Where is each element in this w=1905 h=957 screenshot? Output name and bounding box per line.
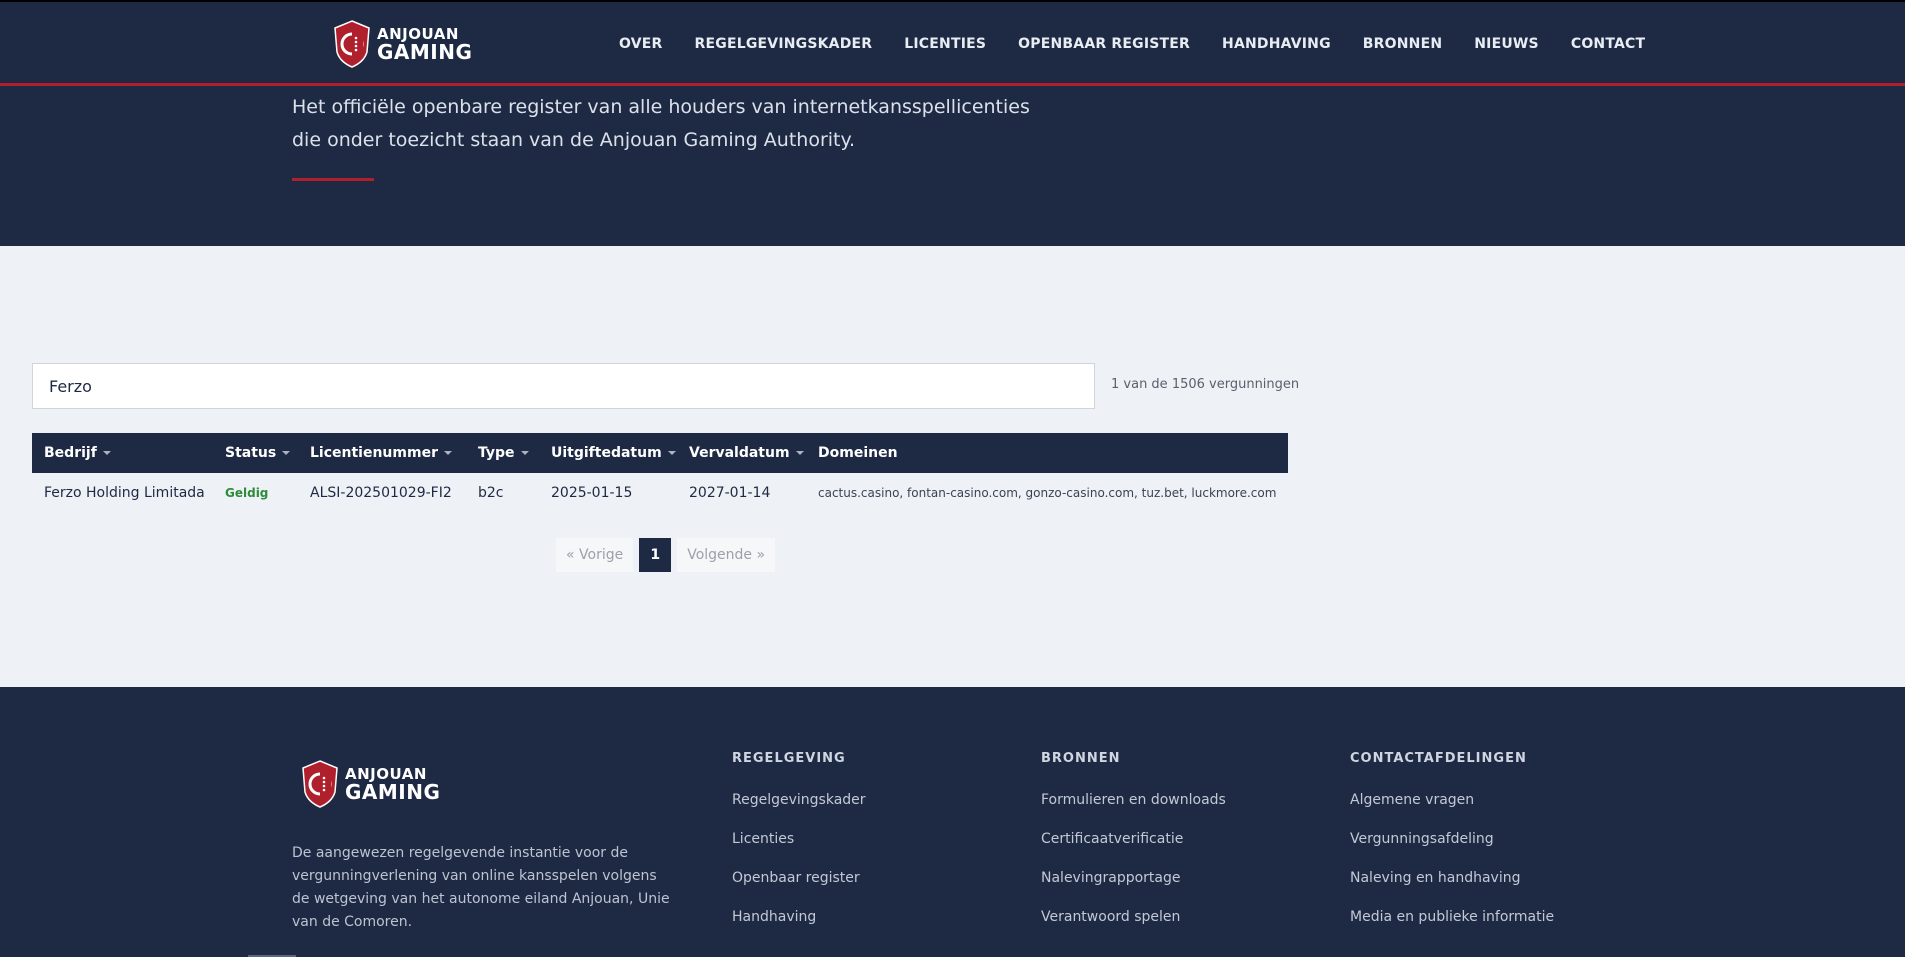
footer-column-bronnen: BRONNEN Formulieren en downloads Certifi… <box>1041 751 1226 946</box>
status-badge: Geldig <box>225 486 269 500</box>
license-table: Bedrijf Status Licentienummer Type Uitgi… <box>32 433 1288 513</box>
site-header: ANJOUAN GAMING OVER REGELGEVINGSKADER LI… <box>0 0 1905 86</box>
hero-intro: Het officiële openbare register van alle… <box>292 91 1032 157</box>
cell-type: b2c <box>478 485 504 501</box>
col-status-label: Status <box>225 445 277 461</box>
pagination-next-button[interactable]: Volgende » <box>677 538 776 572</box>
hero-diagonal-edge <box>0 220 1905 246</box>
footer-link[interactable]: Naleving en handhaving <box>1350 868 1554 889</box>
footer-link[interactable]: Media en publieke informatie <box>1350 907 1554 928</box>
footer-link[interactable]: Openbaar register <box>732 868 866 889</box>
footer-logo-wordmark: ANJOUAN GAMING <box>345 766 441 804</box>
header-logo[interactable]: ANJOUAN GAMING <box>333 20 472 68</box>
cell-uitgiftedatum: 2025-01-15 <box>551 485 633 501</box>
footer-column-contactafdelingen: CONTACTAFDELINGEN Algemene vragen Vergun… <box>1350 751 1554 946</box>
nav-regelgevingskader[interactable]: REGELGEVINGSKADER <box>695 36 873 52</box>
footer-link[interactable]: Algemene vragen <box>1350 790 1554 811</box>
col-type[interactable]: Type <box>478 445 529 461</box>
logo-wordmark: ANJOUAN GAMING <box>377 26 473 64</box>
footer-logo-line2: GAMING <box>345 779 441 804</box>
site-footer <box>0 687 1905 957</box>
pagination: « Vorige 1 Volgende » <box>556 538 776 572</box>
nav-licenties[interactable]: LICENTIES <box>904 36 986 52</box>
sort-caret-icon <box>520 451 529 455</box>
sort-caret-icon <box>795 451 804 455</box>
cell-licentienummer: ALSI-202501029-FI2 <box>310 485 452 501</box>
col-type-label: Type <box>478 445 515 461</box>
sort-caret-icon <box>282 451 291 455</box>
nav-handhaving[interactable]: HANDHAVING <box>1222 36 1331 52</box>
col-domeinen: Domeinen <box>818 445 898 461</box>
result-count: 1 van de 1506 vergunningen <box>1111 377 1300 392</box>
footer-description: De aangewezen regelgevende instantie voo… <box>292 845 670 930</box>
pagination-page-1[interactable]: 1 <box>639 538 672 572</box>
cell-status: Geldig <box>217 485 276 501</box>
cell-vervaldatum: 2027-01-14 <box>689 485 771 501</box>
sort-caret-icon <box>102 451 111 455</box>
footer-link[interactable]: Licenties <box>732 829 866 850</box>
col-licentienummer-label: Licentienummer <box>310 445 438 461</box>
footer-column-title: CONTACTAFDELINGEN <box>1350 751 1527 766</box>
hero-line-1: Het officiële openbare register van alle… <box>292 96 1030 118</box>
footer-column-title: REGELGEVING <box>732 751 846 766</box>
sort-caret-icon <box>667 451 676 455</box>
hero-accent-bar <box>292 178 374 181</box>
footer-link[interactable]: Vergunningsafdeling <box>1350 829 1554 850</box>
sort-caret-icon <box>443 451 452 455</box>
col-status[interactable]: Status <box>225 445 291 461</box>
nav-nieuws[interactable]: NIEUWS <box>1474 36 1539 52</box>
footer-column-regelgeving: REGELGEVING Regelgevingskader Licenties … <box>732 751 866 946</box>
pagination-prev-button[interactable]: « Vorige <box>556 538 634 572</box>
footer-link[interactable]: Regelgevingskader <box>732 790 866 811</box>
nav-over[interactable]: OVER <box>619 36 663 52</box>
col-bedrijf-label: Bedrijf <box>44 445 97 461</box>
footer-link[interactable]: Formulieren en downloads <box>1041 790 1226 811</box>
col-licentienummer[interactable]: Licentienummer <box>310 445 452 461</box>
table-header: Bedrijf Status Licentienummer Type Uitgi… <box>32 433 1288 473</box>
col-bedrijf[interactable]: Bedrijf <box>44 445 111 461</box>
shield-logo-icon <box>334 20 370 68</box>
main-nav: OVER REGELGEVINGSKADER LICENTIES OPENBAA… <box>619 36 1677 52</box>
table-row[interactable]: Ferzo Holding Limitada Geldig ALSI-20250… <box>32 473 1288 513</box>
nav-openbaar-register[interactable]: OPENBAAR REGISTER <box>1018 36 1190 52</box>
shield-logo-icon <box>302 760 338 808</box>
nav-bronnen[interactable]: BRONNEN <box>1363 36 1442 52</box>
cell-domeinen: cactus.casino, fontan-casino.com, gonzo-… <box>818 486 1277 500</box>
col-vervaldatum[interactable]: Vervaldatum <box>689 445 804 461</box>
logo-line2: GAMING <box>377 39 473 64</box>
hero-line-2: die onder toezicht staan van de Anjouan … <box>292 129 856 151</box>
footer-column-title: BRONNEN <box>1041 751 1121 766</box>
register-search-input[interactable] <box>32 363 1095 409</box>
col-domeinen-label: Domeinen <box>818 445 898 461</box>
footer-link[interactable]: Certificaatverificatie <box>1041 829 1226 850</box>
col-uitgiftedatum-label: Uitgiftedatum <box>551 445 662 461</box>
col-uitgiftedatum[interactable]: Uitgiftedatum <box>551 445 676 461</box>
footer-link[interactable]: Handhaving <box>732 907 866 928</box>
footer-link[interactable]: Nalevingrapportage <box>1041 868 1226 889</box>
footer-logo[interactable]: ANJOUAN GAMING <box>301 760 440 808</box>
footer-link[interactable]: Verantwoord spelen <box>1041 907 1226 928</box>
cell-bedrijf: Ferzo Holding Limitada <box>44 485 205 501</box>
nav-contact[interactable]: CONTACT <box>1571 36 1645 52</box>
col-vervaldatum-label: Vervaldatum <box>689 445 790 461</box>
